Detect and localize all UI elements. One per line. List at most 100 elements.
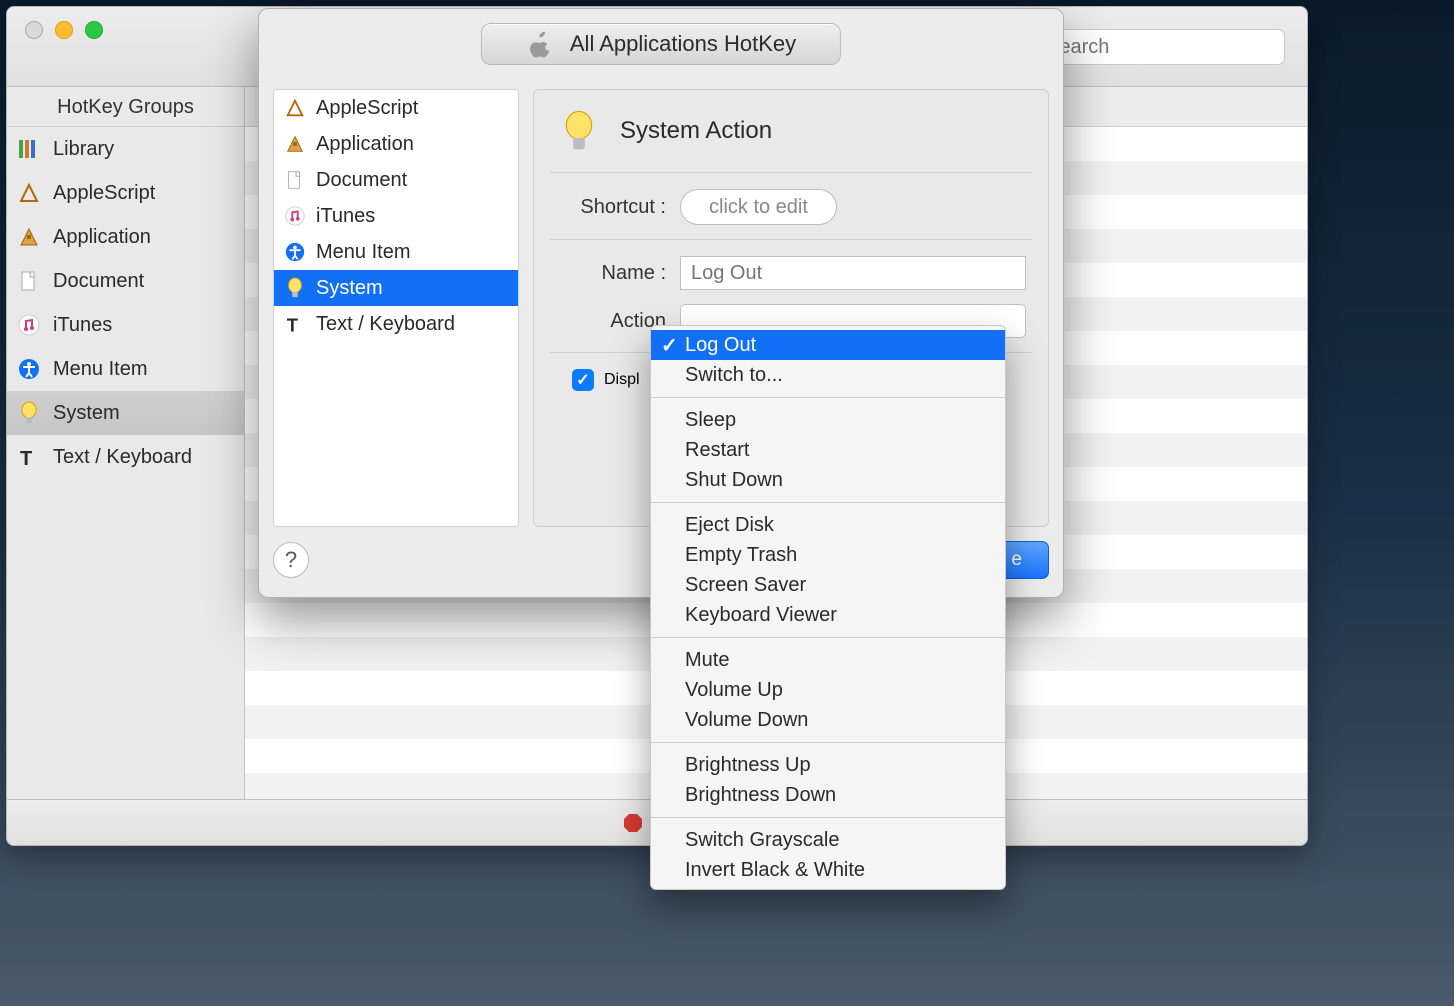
- sidebar-item-text-keyboard[interactable]: Text / Keyboard: [7, 435, 244, 479]
- type-item-label: Text / Keyboard: [316, 313, 455, 336]
- menu-separator: [651, 817, 1005, 818]
- display-label: Displ: [604, 371, 640, 389]
- sidebar: HotKey Groups Library AppleScript Applic…: [7, 87, 245, 799]
- action-option-label: Restart: [685, 439, 749, 462]
- action-option-empty-trash[interactable]: Empty Trash: [651, 540, 1005, 570]
- panel-title: System Action: [620, 117, 772, 145]
- action-option-brightness-up[interactable]: Brightness Up: [651, 750, 1005, 780]
- accessibility-icon: [17, 357, 41, 381]
- sidebar-item-applescript[interactable]: AppleScript: [7, 171, 244, 215]
- action-option-label: Brightness Up: [685, 754, 811, 777]
- sidebar-item-label: Library: [53, 138, 114, 161]
- action-option-sleep[interactable]: Sleep: [651, 405, 1005, 435]
- action-option-volume-down[interactable]: Volume Down: [651, 705, 1005, 735]
- sidebar-item-label: iTunes: [53, 314, 112, 337]
- type-item-label: AppleScript: [316, 97, 418, 120]
- sidebar-item-label: AppleScript: [53, 182, 155, 205]
- action-option-keyboard-viewer[interactable]: Keyboard Viewer: [651, 600, 1005, 630]
- type-item-application[interactable]: Application: [274, 126, 518, 162]
- action-option-brightness-down[interactable]: Brightness Down: [651, 780, 1005, 810]
- application-icon: [17, 225, 41, 249]
- type-item-menu-item[interactable]: Menu Item: [274, 234, 518, 270]
- zoom-button[interactable]: [85, 21, 103, 39]
- sidebar-item-application[interactable]: Application: [7, 215, 244, 259]
- action-option-label: Invert Black & White: [685, 859, 865, 882]
- sidebar-item-label: Document: [53, 270, 144, 293]
- type-item-label: iTunes: [316, 205, 375, 228]
- name-label: Name :: [556, 262, 666, 285]
- action-option-label: Sleep: [685, 409, 736, 432]
- action-option-label: Shut Down: [685, 469, 783, 492]
- sidebar-item-library[interactable]: Library: [7, 127, 244, 171]
- type-item-label: Document: [316, 169, 407, 192]
- action-option-screen-saver[interactable]: Screen Saver: [651, 570, 1005, 600]
- menu-separator: [651, 502, 1005, 503]
- menu-separator: [651, 742, 1005, 743]
- action-option-label: Empty Trash: [685, 544, 797, 567]
- minimize-button[interactable]: [55, 21, 73, 39]
- document-icon: [284, 169, 306, 191]
- sidebar-item-label: Application: [53, 226, 151, 249]
- text-icon: [17, 445, 41, 469]
- type-item-label: Application: [316, 133, 414, 156]
- sidebar-header: HotKey Groups: [7, 87, 244, 127]
- action-option-label: Log Out: [685, 334, 756, 357]
- action-option-invert-black-white[interactable]: Invert Black & White: [651, 855, 1005, 885]
- sheet-title-label: All Applications HotKey: [570, 31, 796, 57]
- action-option-label: Eject Disk: [685, 514, 774, 537]
- action-popup[interactable]: ✓ Log Out Switch to... Sleep Restart Shut Dow…: [650, 325, 1006, 890]
- type-item-applescript[interactable]: AppleScript: [274, 90, 518, 126]
- type-item-label: Menu Item: [316, 241, 410, 264]
- shortcut-label: Shortcut :: [556, 196, 666, 219]
- sidebar-item-label: System: [53, 402, 120, 425]
- action-option-shut-down[interactable]: Shut Down: [651, 465, 1005, 495]
- text-icon: [284, 313, 306, 335]
- menu-separator: [651, 637, 1005, 638]
- applescript-icon: [284, 97, 306, 119]
- action-option-label: Switch Grayscale: [685, 829, 840, 852]
- search-input[interactable]: [1035, 29, 1285, 65]
- books-icon: [17, 137, 41, 161]
- stop-icon: [623, 813, 643, 833]
- sidebar-item-document[interactable]: Document: [7, 259, 244, 303]
- action-option-label: Switch to...: [685, 364, 783, 387]
- sidebar-item-itunes[interactable]: iTunes: [7, 303, 244, 347]
- menu-separator: [651, 397, 1005, 398]
- itunes-icon: [284, 205, 306, 227]
- action-option-switch-grayscale[interactable]: Switch Grayscale: [651, 825, 1005, 855]
- checkbox[interactable]: ✓: [572, 369, 594, 391]
- type-item-document[interactable]: Document: [274, 162, 518, 198]
- type-item-label: System: [316, 277, 383, 300]
- close-button[interactable]: [25, 21, 43, 39]
- name-input[interactable]: [680, 256, 1026, 290]
- traffic-lights: [25, 21, 103, 39]
- action-option-label: Screen Saver: [685, 574, 806, 597]
- action-option-label: Volume Down: [685, 709, 808, 732]
- sidebar-item-menu-item[interactable]: Menu Item: [7, 347, 244, 391]
- type-item-system[interactable]: System: [274, 270, 518, 306]
- applescript-icon: [17, 181, 41, 205]
- itunes-icon: [17, 313, 41, 337]
- sheet-title: All Applications HotKey: [481, 23, 841, 65]
- action-option-switch-to-[interactable]: Switch to...: [651, 360, 1005, 390]
- action-option-restart[interactable]: Restart: [651, 435, 1005, 465]
- help-button[interactable]: ?: [273, 542, 309, 578]
- action-option-volume-up[interactable]: Volume Up: [651, 675, 1005, 705]
- action-option-label: Keyboard Viewer: [685, 604, 837, 627]
- sidebar-item-system[interactable]: System: [7, 391, 244, 435]
- sidebar-item-label: Menu Item: [53, 358, 147, 381]
- shortcut-field[interactable]: click to edit: [680, 189, 837, 225]
- type-list: AppleScript Application Document iTunes …: [273, 89, 519, 527]
- check-icon: ✓: [576, 370, 589, 390]
- document-icon: [17, 269, 41, 293]
- check-icon: ✓: [661, 333, 678, 358]
- type-item-text-keyboard[interactable]: Text / Keyboard: [274, 306, 518, 342]
- apple-icon: [526, 30, 554, 58]
- application-icon: [284, 133, 306, 155]
- action-option-mute[interactable]: Mute: [651, 645, 1005, 675]
- accessibility-icon: [284, 241, 306, 263]
- action-option-eject-disk[interactable]: Eject Disk: [651, 510, 1005, 540]
- action-option-label: Brightness Down: [685, 784, 836, 807]
- type-item-itunes[interactable]: iTunes: [274, 198, 518, 234]
- action-option-log-out[interactable]: ✓ Log Out: [651, 330, 1005, 360]
